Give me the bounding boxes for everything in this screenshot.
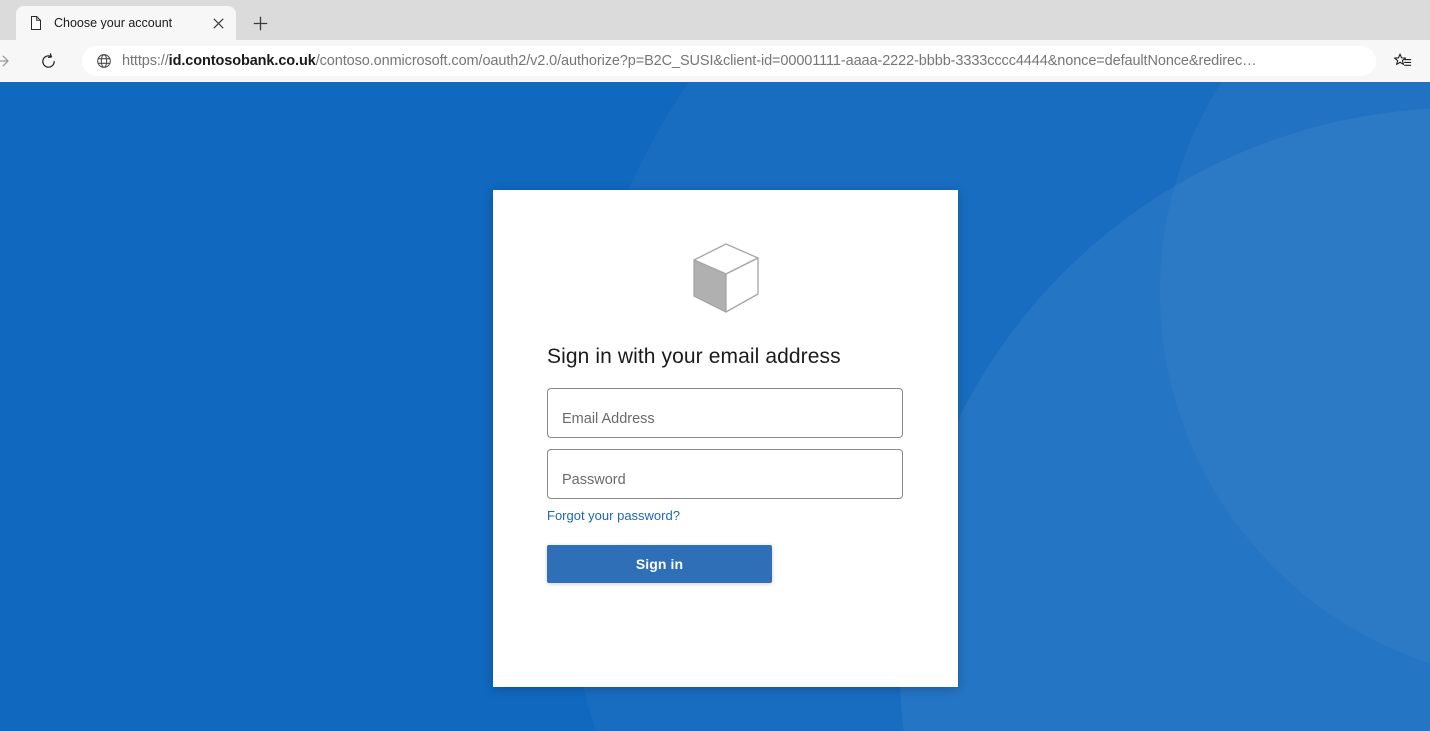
page-content: Sign in with your email address Forgot y…	[0, 82, 1430, 731]
background-decoration-circle-small	[1160, 82, 1430, 682]
password-field[interactable]	[547, 449, 903, 500]
url-host: id.contosobank.co.uk	[168, 53, 316, 69]
email-field[interactable]	[547, 388, 903, 439]
favorites-star-list-icon	[1393, 53, 1411, 66]
logo-container	[547, 242, 904, 316]
sign-in-button[interactable]: Sign in	[547, 544, 772, 583]
forgot-password-link[interactable]: Forgot your password?	[547, 508, 904, 524]
url-path: /contoso.onmicrosoft.com/oauth2/v2.0/aut…	[315, 53, 1257, 69]
url-text: htttps://id.contosobank.co.uk/contoso.on…	[122, 54, 1257, 69]
tab-title: Choose your account	[54, 16, 173, 30]
page-document-icon	[31, 16, 41, 30]
background-decoration-circle-medium	[900, 108, 1430, 731]
isometric-cube-logo-icon	[692, 243, 759, 313]
browser-toolbar: htttps://id.contosobank.co.uk/contoso.on…	[0, 40, 1430, 82]
browser-tab[interactable]: Choose your account	[16, 6, 236, 40]
url-scheme: htttps://	[122, 53, 169, 69]
new-tab-button[interactable]	[246, 9, 274, 37]
plus-icon	[253, 16, 267, 30]
close-icon[interactable]	[208, 13, 228, 33]
favorites-button[interactable]	[1386, 45, 1418, 77]
page-title: Sign in with your email address	[547, 345, 841, 368]
forward-button[interactable]	[0, 45, 18, 77]
address-bar[interactable]: htttps://id.contosobank.co.uk/contoso.on…	[82, 46, 1376, 76]
reload-icon	[41, 52, 55, 68]
signin-card: Sign in with your email address Forgot y…	[493, 190, 958, 687]
arrow-forward-icon	[0, 55, 9, 67]
browser-chrome: Choose your account htttps://id.contosob…	[0, 0, 1430, 82]
globe-icon	[97, 54, 111, 68]
reload-button[interactable]	[32, 45, 64, 77]
tab-strip: Choose your account	[0, 0, 1430, 40]
